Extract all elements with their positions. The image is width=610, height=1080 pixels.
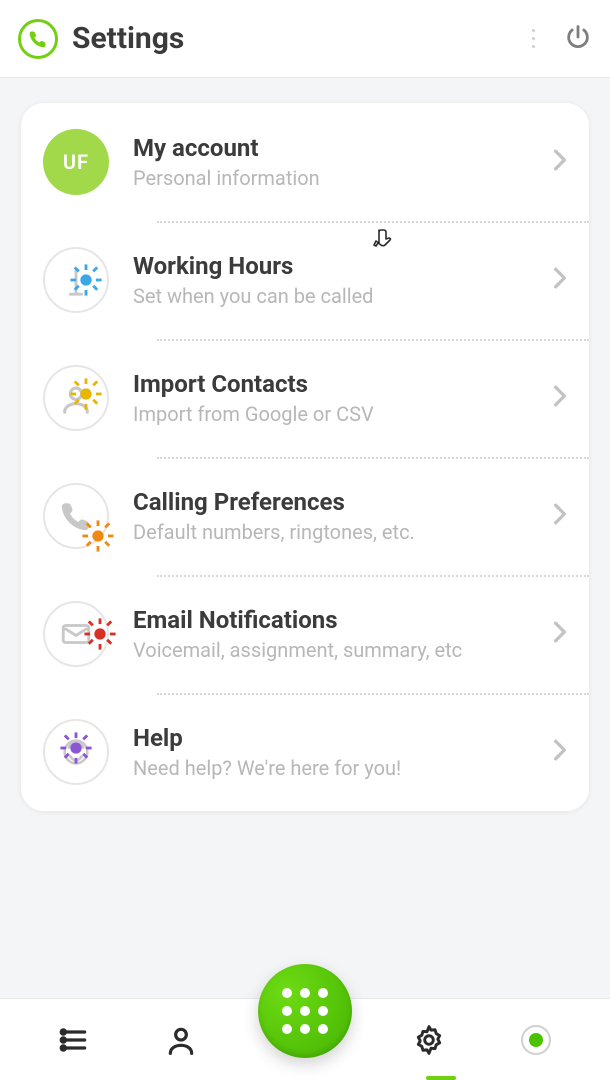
nav-contacts-button[interactable] [151, 1010, 211, 1070]
avatar: UF [43, 129, 109, 195]
row-text: Calling Preferences Default numbers, rin… [133, 488, 545, 544]
phone-icon [28, 29, 48, 49]
page-title: Settings [72, 21, 524, 56]
dialpad-icon [282, 988, 328, 1034]
settings-row-my-account[interactable]: UF My account Personal information [21, 103, 589, 221]
settings-list: UF My account Personal information Worki… [20, 102, 590, 812]
row-text: Email Notifications Voicemail, assignmen… [133, 606, 545, 662]
status-online-icon [521, 1025, 551, 1055]
nav-status-button[interactable] [506, 1010, 566, 1070]
chevron-right-icon [553, 385, 567, 411]
gear-badge-icon [59, 731, 93, 765]
gear-badge-icon [69, 263, 103, 297]
chevron-right-icon [553, 149, 567, 175]
nav-activity-button[interactable] [44, 1010, 104, 1070]
chevron-right-icon [553, 739, 567, 765]
row-text: Import Contacts Import from Google or CS… [133, 370, 545, 426]
row-title: My account [133, 134, 545, 162]
app-logo [18, 19, 58, 59]
chevron-right-icon [553, 621, 567, 647]
avatar-initials: UF [63, 150, 89, 174]
row-title: Email Notifications [133, 606, 545, 634]
row-subtitle: Import from Google or CSV [133, 402, 545, 426]
row-subtitle: Personal information [133, 166, 545, 190]
settings-row-import-contacts[interactable]: Import Contacts Import from Google or CS… [21, 339, 589, 457]
row-subtitle: Need help? We're here for you! [133, 756, 545, 780]
settings-row-working-hours[interactable]: Working Hours Set when you can be called [21, 221, 589, 339]
nav-active-indicator [426, 1076, 456, 1080]
settings-row-help[interactable]: Help Need help? We're here for you! [21, 693, 589, 811]
gear-badge-icon [81, 519, 115, 553]
working-hours-icon [43, 247, 109, 313]
app-header: Settings [0, 0, 610, 78]
calling-preferences-icon [43, 483, 109, 549]
nav-settings-button[interactable] [399, 1010, 459, 1070]
chevron-right-icon [553, 267, 567, 293]
gear-badge-icon [83, 617, 117, 651]
email-notifications-icon [43, 601, 109, 667]
chevron-right-icon [553, 503, 567, 529]
settings-row-calling-preferences[interactable]: Calling Preferences Default numbers, rin… [21, 457, 589, 575]
import-contacts-icon [43, 365, 109, 431]
settings-row-email-notifications[interactable]: Email Notifications Voicemail, assignmen… [21, 575, 589, 693]
gear-badge-icon [69, 377, 103, 411]
row-title: Calling Preferences [133, 488, 545, 516]
dialpad-fab-button[interactable] [258, 964, 352, 1058]
row-subtitle: Voicemail, assignment, summary, etc [133, 638, 545, 662]
row-title: Help [133, 724, 545, 752]
row-text: Help Need help? We're here for you! [133, 724, 545, 780]
row-title: Working Hours [133, 252, 545, 280]
row-text: My account Personal information [133, 134, 545, 190]
more-menu-button[interactable] [524, 22, 542, 56]
power-button[interactable] [564, 23, 592, 55]
row-title: Import Contacts [133, 370, 545, 398]
row-subtitle: Default numbers, ringtones, etc. [133, 520, 545, 544]
row-subtitle: Set when you can be called [133, 284, 545, 308]
help-icon [43, 719, 109, 785]
row-text: Working Hours Set when you can be called [133, 252, 545, 308]
